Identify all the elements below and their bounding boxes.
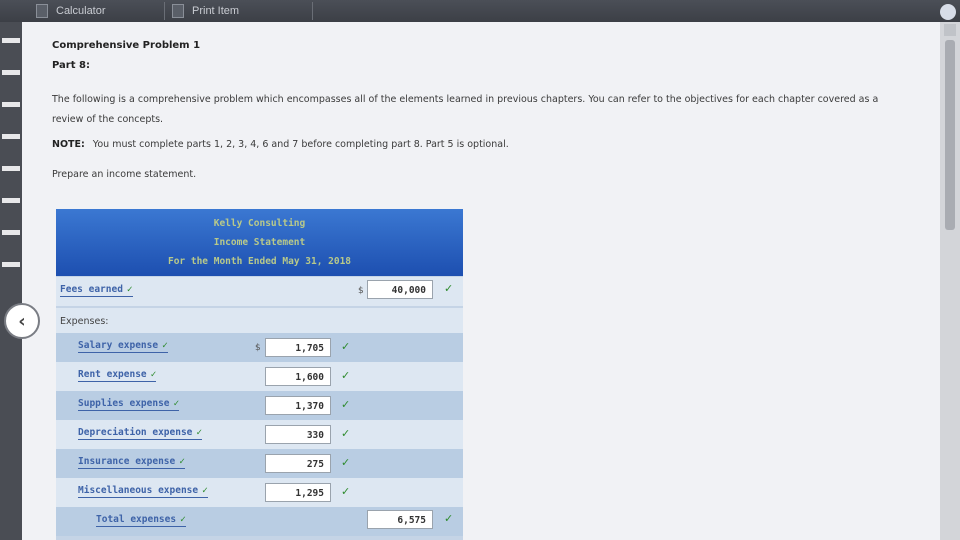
scroll-thumb[interactable]	[945, 40, 955, 230]
nav-marker[interactable]	[2, 166, 20, 171]
statement-title: Income Statement	[213, 237, 306, 248]
check-icon: ✓	[444, 512, 454, 525]
vertical-scrollbar[interactable]	[940, 22, 960, 540]
nav-marker[interactable]	[2, 134, 20, 139]
expense-row: Depreciation expense ✓ 330 ✓	[56, 420, 463, 449]
nav-marker[interactable]	[2, 230, 20, 235]
currency-symbol: $	[255, 343, 261, 353]
check-icon: ✓	[341, 398, 351, 411]
note-text: You must complete parts 1, 2, 3, 4, 6 an…	[92, 139, 509, 150]
total-expenses-input[interactable]: 6,575	[367, 510, 433, 529]
miscellaneous-expense-label[interactable]: Miscellaneous expense ✓	[78, 485, 208, 498]
calculator-tab-label: Calculator	[56, 5, 106, 17]
check-icon: ✓	[444, 282, 454, 295]
part-label: Part 8:	[52, 60, 90, 71]
check-icon: ✓	[202, 485, 208, 496]
check-icon: ✓	[179, 456, 185, 467]
expense-row: Supplies expense ✓ 1,370 ✓	[56, 391, 463, 420]
check-icon: ✓	[341, 340, 351, 353]
print-item-tab[interactable]: Print Item	[172, 2, 313, 20]
app-toolbar: Calculator Print Item	[0, 0, 960, 22]
menu-icon[interactable]	[940, 4, 956, 20]
statement-period: For the Month Ended May 31, 2018	[167, 256, 352, 267]
problem-title: Comprehensive Problem 1	[52, 40, 201, 51]
fees-input[interactable]: 40,000	[367, 280, 433, 299]
calculator-tab[interactable]: Calculator	[36, 2, 165, 20]
check-icon: ✓	[196, 427, 203, 438]
expense-row: Insurance expense ✓ 275 ✓	[56, 449, 463, 478]
instruction: Prepare an income statement.	[52, 169, 197, 180]
miscellaneous-expense-input[interactable]: 1,295	[265, 483, 331, 502]
fees-label[interactable]: Fees earned ✓	[60, 284, 133, 297]
nav-marker[interactable]	[2, 102, 20, 107]
left-nav-strip	[0, 22, 22, 540]
expense-row: Salary expense ✓ $ 1,705 ✓	[56, 333, 463, 362]
expense-row: Miscellaneous expense ✓ 1,295 ✓	[56, 478, 463, 507]
nav-marker[interactable]	[2, 38, 20, 43]
statement-header: Kelly Consulting Income Statement For th…	[56, 209, 463, 276]
expenses-label: Expenses:	[60, 316, 109, 327]
total-expenses-label[interactable]: Total expenses ✓	[96, 514, 186, 527]
print-icon	[172, 4, 184, 18]
depreciation-expense-input[interactable]: 330	[265, 425, 331, 444]
check-icon: ✓	[341, 427, 351, 440]
expense-row: Rent expense ✓ 1,600 ✓	[56, 362, 463, 391]
calculator-icon	[36, 4, 48, 18]
fees-row: Fees earned ✓ $ 40,000 ✓	[56, 277, 463, 306]
income-statement: Kelly Consulting Income Statement For th…	[56, 209, 463, 540]
nav-marker[interactable]	[2, 198, 20, 203]
print-item-tab-label: Print Item	[192, 5, 240, 17]
chevron-left-icon: ‹	[18, 310, 26, 332]
total-expenses-row: Total expenses ✓ 6,575 ✓	[56, 507, 463, 536]
salary-expense-label[interactable]: Salary expense ✓	[78, 340, 168, 353]
note-label: NOTE:	[52, 139, 85, 150]
check-icon: ✓	[173, 398, 180, 409]
back-button[interactable]: ‹	[4, 303, 40, 339]
check-icon: ✓	[180, 514, 186, 525]
insurance-expense-input[interactable]: 275	[265, 454, 331, 473]
check-icon: ✓	[341, 456, 351, 469]
salary-expense-input[interactable]: 1,705	[265, 338, 331, 357]
check-icon: ✓	[341, 485, 351, 498]
check-icon: ✓	[341, 369, 351, 382]
rent-expense-input[interactable]: 1,600	[265, 367, 331, 386]
depreciation-expense-label[interactable]: Depreciation expense ✓	[78, 427, 203, 440]
rent-expense-label[interactable]: Rent expense ✓	[78, 369, 157, 382]
scroll-up-icon[interactable]	[944, 24, 956, 36]
nav-marker[interactable]	[2, 70, 20, 75]
currency-symbol: $	[358, 286, 364, 296]
company-name: Kelly Consulting	[213, 218, 306, 229]
insurance-expense-label[interactable]: Insurance expense ✓	[78, 456, 185, 469]
note: NOTE: You must complete parts 1, 2, 3, 4,…	[52, 139, 509, 150]
check-icon: ✓	[126, 284, 133, 295]
problem-description: The following is a comprehensive problem…	[52, 94, 879, 125]
supplies-expense-label[interactable]: Supplies expense ✓	[78, 398, 180, 411]
nav-marker[interactable]	[2, 262, 20, 267]
check-icon: ✓	[150, 369, 157, 380]
supplies-expense-input[interactable]: 1,370	[265, 396, 331, 415]
check-icon: ✓	[162, 340, 168, 351]
